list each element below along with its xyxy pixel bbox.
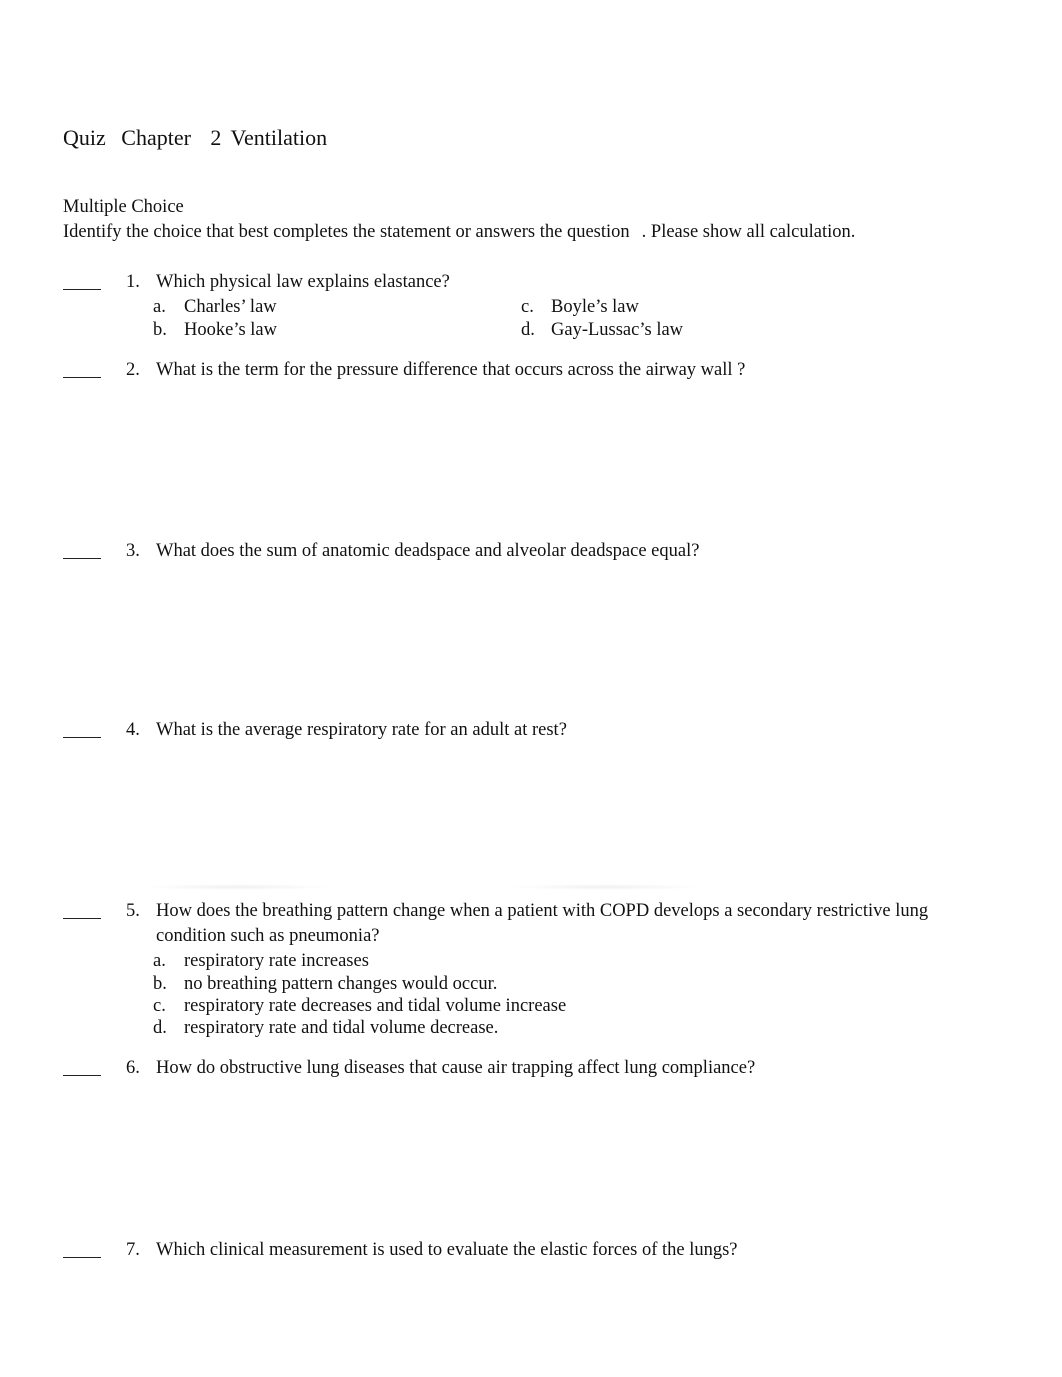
choice-letter: c. [521,297,534,317]
answer-blank[interactable] [63,289,101,290]
answer-blank[interactable] [63,918,101,919]
choice-text: respiratory rate increases [184,951,369,971]
answer-blank[interactable] [63,558,101,559]
scan-smudge [140,884,335,890]
choice-text: no breathing pattern changes would occur… [184,974,498,994]
question-number: 1. [126,272,140,292]
choice-letter: b. [153,974,167,994]
title-quiz: Quiz [63,125,106,150]
answer-blank[interactable] [63,1075,101,1076]
question-text: What is the term for the pressure differ… [156,360,746,380]
answer-blank[interactable] [63,1257,101,1258]
instructions-text-1: Identify the choice that best completes … [63,222,630,242]
question-text: How do obstructive lung diseases that ca… [156,1058,756,1078]
question-number: 5. [126,901,140,921]
question-number: 6. [126,1058,140,1078]
question-text-line-2: condition such as pneumonia? [156,926,380,946]
title-chapter: Chapter [121,125,191,150]
choice-text: Charles’ law [184,297,277,317]
question-text: Which clinical measurement is used to ev… [156,1240,738,1260]
instructions-text-2: . Please show all calculation. [641,222,856,242]
question-text: What does the sum of anatomic deadspace … [156,541,700,561]
choice-text: Boyle’s law [551,297,639,317]
answer-blank[interactable] [63,377,101,378]
choice-letter: c. [153,996,166,1016]
choice-letter: d. [521,320,535,340]
question-text: Which physical law explains elastance? [156,272,450,292]
choice-text: respiratory rate decreases and tidal vol… [184,996,567,1016]
instructions: Identify the choice that best completes … [63,223,855,242]
section-heading: Multiple Choice [63,197,184,217]
choice-text: Hooke’s law [184,320,277,340]
choice-text: Gay-Lussac’s law [551,320,684,340]
choice-letter: d. [153,1018,167,1038]
question-text: What is the average respiratory rate for… [156,720,567,740]
page-title: Quiz Chapter 2 Ventilation [63,127,327,149]
title-topic: 2 Ventilation [210,125,328,150]
question-number: 4. [126,720,140,740]
question-number: 7. [126,1240,140,1260]
choice-text: respiratory rate and tidal volume decrea… [184,1018,499,1038]
question-number: 3. [126,541,140,561]
scan-smudge [505,884,705,890]
choice-letter: a. [153,951,166,971]
answer-blank[interactable] [63,737,101,738]
choice-letter: b. [153,320,167,340]
choice-letter: a. [153,297,166,317]
question-text-line-1: How does the breathing pattern change wh… [156,901,929,921]
question-number: 2. [126,360,140,380]
